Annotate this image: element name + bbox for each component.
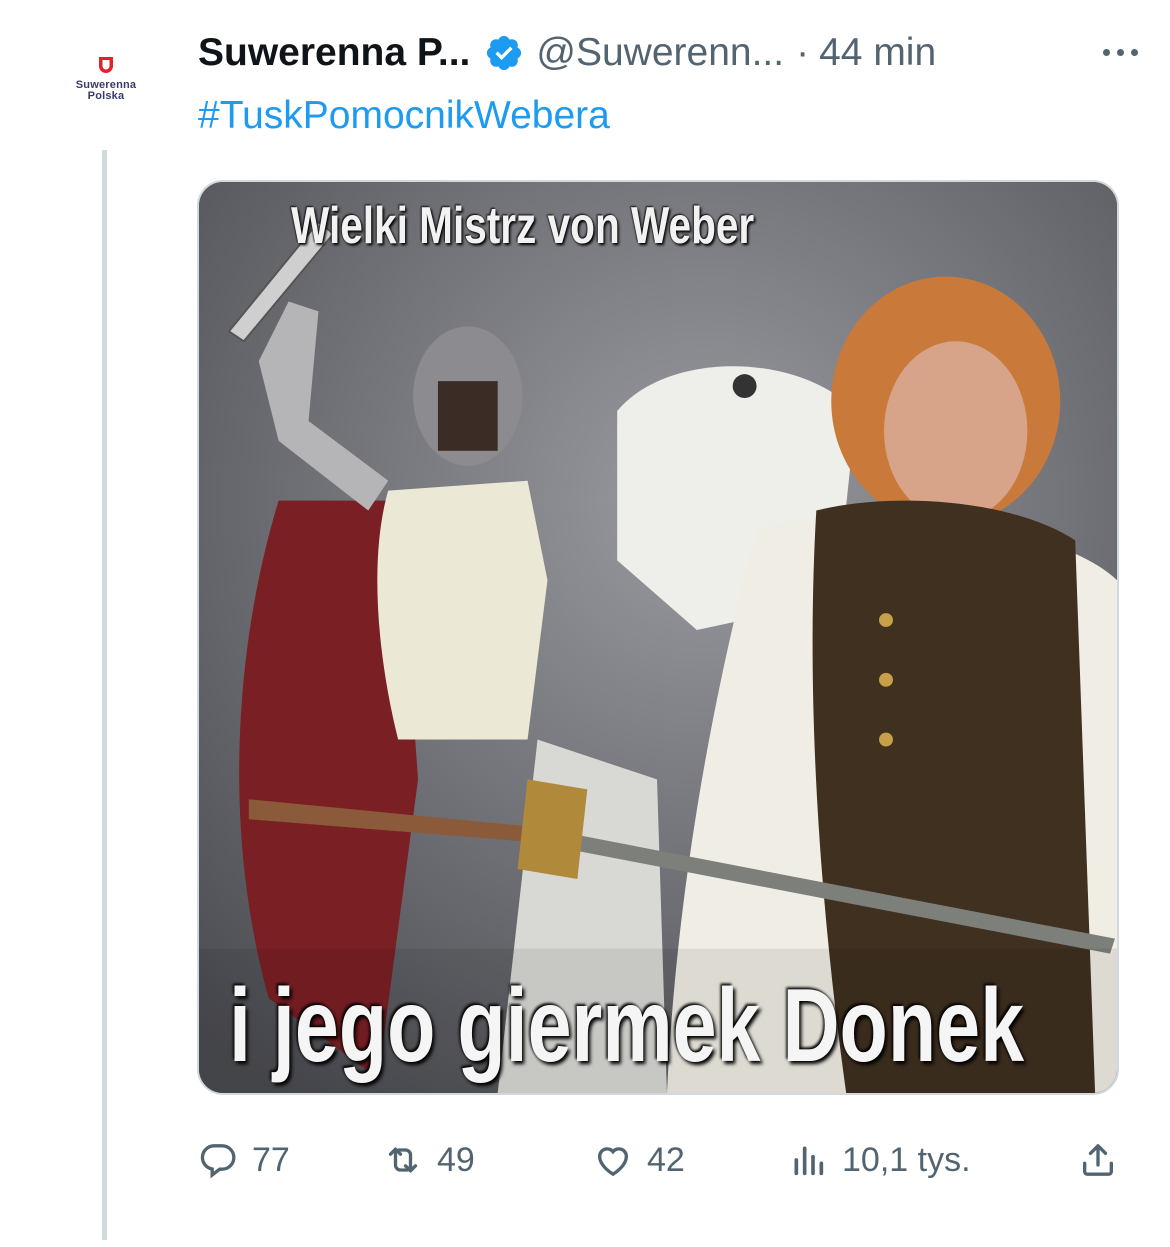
share-button[interactable]: [1078, 1130, 1132, 1190]
retweet-icon: [388, 1147, 418, 1173]
party-logo-icon: [99, 57, 113, 73]
like-icon: [598, 1147, 628, 1177]
thread-line: [102, 150, 107, 1240]
meme-caption-bottom: i jego giermek Donek: [229, 968, 1025, 1084]
tweet-time[interactable]: 44 min: [819, 31, 936, 75]
views-icon: [794, 1146, 824, 1176]
views-button[interactable]: 10,1 tys.: [788, 1130, 971, 1190]
views-count: 10,1 tys.: [842, 1140, 971, 1179]
reply-button[interactable]: 77: [198, 1130, 290, 1190]
like-button[interactable]: 42: [593, 1130, 685, 1190]
tweet-media[interactable]: Wielki Mistrz von Weber i jego giermek D…: [197, 180, 1119, 1095]
author-name[interactable]: Suwerenna P...: [198, 31, 470, 75]
retweet-count: 49: [437, 1140, 475, 1179]
verified-badge-icon: [487, 35, 522, 71]
avatar-text: Suwerenna Polska: [75, 79, 137, 102]
author-handle[interactable]: @Suwerenn...: [536, 31, 784, 75]
tweet-actions: 77 49 42 10,1 tys.: [198, 1130, 1118, 1190]
like-count: 42: [647, 1140, 685, 1179]
meme-illustration: [199, 182, 1117, 1093]
hashtag-link[interactable]: #TuskPomocnikWebera: [198, 94, 610, 138]
reply-icon: [200, 1144, 236, 1179]
meme-caption-top: Wielki Mistrz von Weber: [291, 197, 755, 255]
more-icon[interactable]: [1068, 34, 1138, 70]
retweet-button[interactable]: 49: [383, 1130, 475, 1190]
avatar[interactable]: Suwerenna Polska: [58, 40, 154, 136]
tweet-header: Suwerenna P... @Suwerenn... · 44 min: [198, 28, 1138, 78]
share-icon: [1083, 1144, 1113, 1176]
reply-count: 77: [252, 1140, 290, 1179]
separator-dot: ·: [796, 31, 810, 74]
